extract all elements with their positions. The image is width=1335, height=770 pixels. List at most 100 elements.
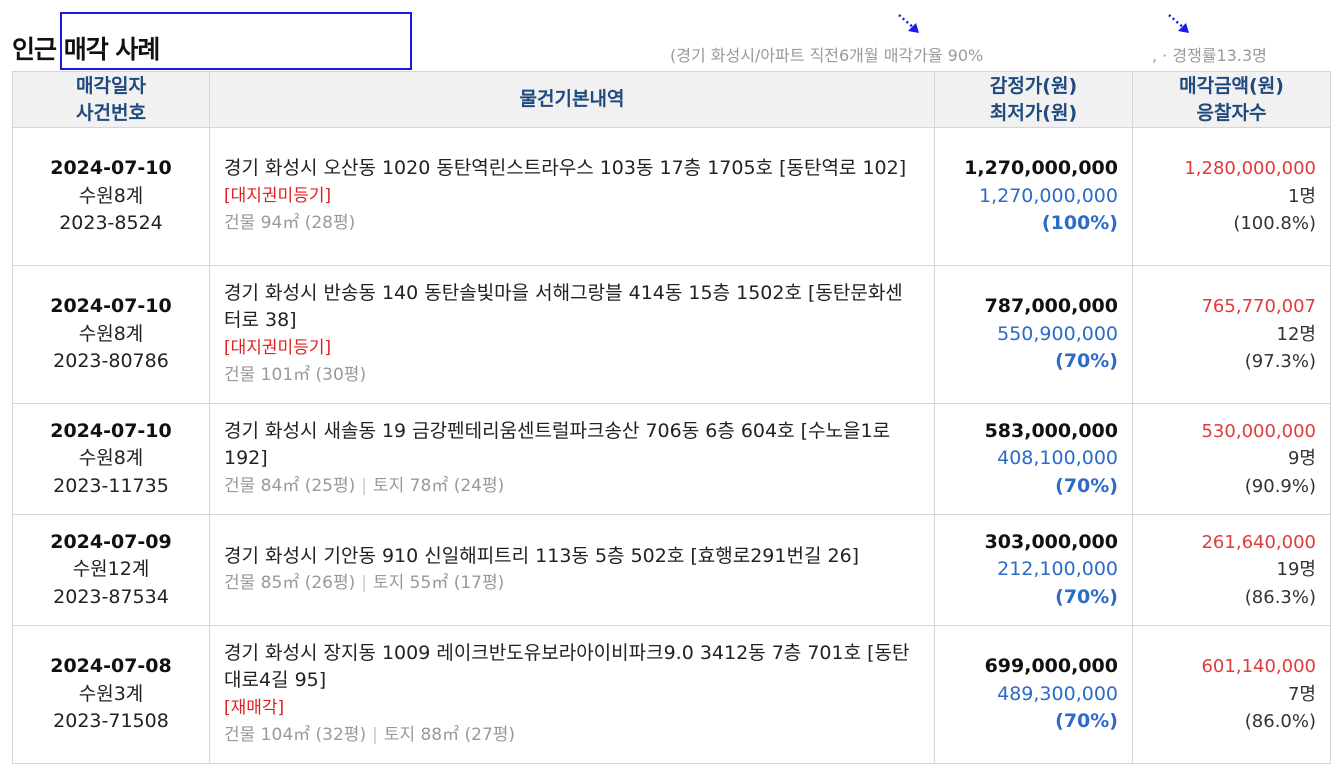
col-header-sale-line2: 응찰자수 [1196,101,1267,124]
sale-date: 2024-07-10 [50,157,172,180]
case-number[interactable]: 2023-8524 [13,210,209,238]
building-area: 건물 104㎡ (32평) [224,725,367,745]
highlight-box [60,12,412,70]
minimum-percent: (70%) [1055,350,1118,373]
bidder-count: 19명 [1276,559,1316,581]
status-tag: [대지권미등기] [224,337,332,358]
sale-date: 2024-07-09 [50,530,172,553]
sale-cell: 765,770,007 12명 (97.3%) [1132,265,1331,404]
property-address[interactable]: 경기 화성시 새솔동 19 금강펜테리움센트럴파크송산 706동 6층 604호… [224,418,920,473]
case-number[interactable]: 2023-71508 [13,708,209,736]
table-row[interactable]: 2024-07-10 수원8계 2023-8524 경기 화성시 오산동 102… [12,127,1331,266]
col-header-date-line1: 매각일자 [76,74,146,97]
status-tag: [재매각] [224,697,285,718]
date-cell: 2024-07-10 수원8계 2023-8524 [12,127,210,266]
minimum-price: 408,100,000 [997,447,1118,470]
court-division: 수원8계 [78,322,144,345]
court-division: 수원12계 [72,558,150,581]
table-row[interactable]: 2024-07-10 수원8계 2023-11735 경기 화성시 새솔동 19… [12,403,1331,515]
court-division: 수원8계 [78,184,144,207]
building-area: 건물 85㎡ (26평) [224,573,356,593]
desc-cell: 경기 화성시 반송동 140 동탄솔빛마을 서해그랑블 414동 15층 150… [209,265,935,404]
minimum-price: 212,100,000 [997,558,1118,581]
minimum-percent: (70%) [1055,585,1118,608]
col-header-price-line2: 최저가(원) [989,101,1078,124]
property-address[interactable]: 경기 화성시 오산동 1020 동탄역린스트라우스 103동 17층 1705호… [224,155,920,183]
property-address[interactable]: 경기 화성시 기안동 910 신일해피트리 113동 5층 502호 [효행로2… [224,543,920,571]
desc-cell: 경기 화성시 장지동 1009 레이크반도유보라아이비파크9.0 3412동 7… [209,625,935,764]
price-cell: 1,270,000,000 1,270,000,000 (100%) [934,127,1133,266]
date-cell: 2024-07-10 수원8계 2023-80786 [12,265,210,404]
area-info: 건물 94㎡ (28평) [224,210,920,238]
building-area: 건물 84㎡ (25평) [224,475,356,496]
sale-date: 2024-07-10 [50,295,172,318]
case-number[interactable]: 2023-87534 [13,584,209,612]
sale-cell: 601,140,000 7명 (86.0%) [1132,625,1331,764]
land-area: 토지 55㎡ (17평) [373,573,505,593]
sale-date: 2024-07-10 [50,419,172,442]
land-area: 토지 88㎡ (27평) [383,725,516,745]
sale-percent: (97.3%) [1244,351,1316,373]
land-area: 토지 78㎡ (24평) [373,475,505,496]
area-divider: | [372,725,378,745]
sale-cell: 530,000,000 9명 (90.9%) [1132,403,1331,515]
sale-percent: (86.3%) [1244,586,1316,608]
building-area: 건물 94㎡ (28평) [224,213,356,234]
price-cell: 583,000,000 408,100,000 (70%) [934,403,1133,515]
col-header-desc: 물건기본내역 [209,71,935,128]
price-cell: 699,000,000 489,300,000 (70%) [934,625,1133,764]
minimum-price: 489,300,000 [997,682,1118,705]
area-info: 건물 101㎡ (30평) [224,362,920,390]
appraisal-price: 1,270,000,000 [964,157,1118,180]
case-number[interactable]: 2023-80786 [13,348,209,376]
bidder-count: 12명 [1276,323,1316,345]
sale-price: 261,640,000 [1201,531,1316,553]
dotted-arrow-icon [898,14,919,33]
date-cell: 2024-07-09 수원12계 2023-87534 [12,514,210,626]
desc-cell: 경기 화성시 기안동 910 신일해피트리 113동 5층 502호 [효행로2… [209,514,935,626]
summary-sale-rate: (경기 화성시/아파트 직전6개월 매각가율 90% [670,46,984,65]
sale-cell: 1,280,000,000 1명 (100.8%) [1132,127,1331,266]
appraisal-price: 787,000,000 [984,295,1118,318]
area-info: 건물 85㎡ (26평) | 토지 55㎡ (17평) [224,570,920,598]
table-row[interactable]: 2024-07-10 수원8계 2023-80786 경기 화성시 반송동 14… [12,265,1331,404]
building-area: 건물 101㎡ (30평) [224,365,367,385]
sale-percent: (100.8%) [1233,213,1316,235]
court-division: 수원8계 [78,447,144,470]
col-header-sale-line1: 매각금액(원) [1179,74,1284,97]
sale-date: 2024-07-08 [50,655,172,678]
table-row[interactable]: 2024-07-08 수원3계 2023-71508 경기 화성시 장지동 10… [12,625,1331,764]
minimum-price: 550,900,000 [997,322,1118,345]
bidder-count: 1명 [1287,185,1316,207]
date-cell: 2024-07-08 수원3계 2023-71508 [12,625,210,764]
sale-price: 530,000,000 [1201,420,1316,442]
col-header-price-line1: 감정가(원) [989,74,1078,97]
col-header-date-line2: 사건번호 [76,101,146,124]
case-number[interactable]: 2023-11735 [13,473,209,501]
area-info: 건물 104㎡ (32평) | 토지 88㎡ (27평) [224,722,920,750]
minimum-price: 1,270,000,000 [978,184,1118,207]
property-address[interactable]: 경기 화성시 반송동 140 동탄솔빛마을 서해그랑블 414동 15층 150… [224,280,920,335]
status-tag: [대지권미등기] [224,185,332,206]
sale-percent: (90.9%) [1244,475,1316,497]
area-divider: | [361,573,367,593]
col-header-price: 감정가(원) 최저가(원) [934,71,1133,128]
price-cell: 303,000,000 212,100,000 (70%) [934,514,1133,626]
desc-cell: 경기 화성시 새솔동 19 금강펜테리움센트럴파크송산 706동 6층 604호… [209,403,935,515]
table-row[interactable]: 2024-07-09 수원12계 2023-87534 경기 화성시 기안동 9… [12,514,1331,626]
minimum-percent: (100%) [1041,212,1118,235]
appraisal-price: 583,000,000 [984,419,1118,442]
sale-price: 601,140,000 [1201,656,1316,678]
sale-price: 1,280,000,000 [1184,158,1316,180]
price-cell: 787,000,000 550,900,000 (70%) [934,265,1133,404]
sale-percent: (86.0%) [1244,711,1316,733]
property-address[interactable]: 경기 화성시 장지동 1009 레이크반도유보라아이비파크9.0 3412동 7… [224,640,920,695]
col-header-date: 매각일자 사건번호 [12,71,210,128]
sale-price: 765,770,007 [1201,296,1316,318]
minimum-percent: (70%) [1055,474,1118,497]
area-divider: | [361,475,367,496]
bidder-count: 9명 [1287,448,1316,470]
appraisal-price: 303,000,000 [984,530,1118,553]
area-info: 건물 84㎡ (25평) | 토지 78㎡ (24평) [224,473,920,501]
dotted-arrow-icon [1168,14,1189,33]
